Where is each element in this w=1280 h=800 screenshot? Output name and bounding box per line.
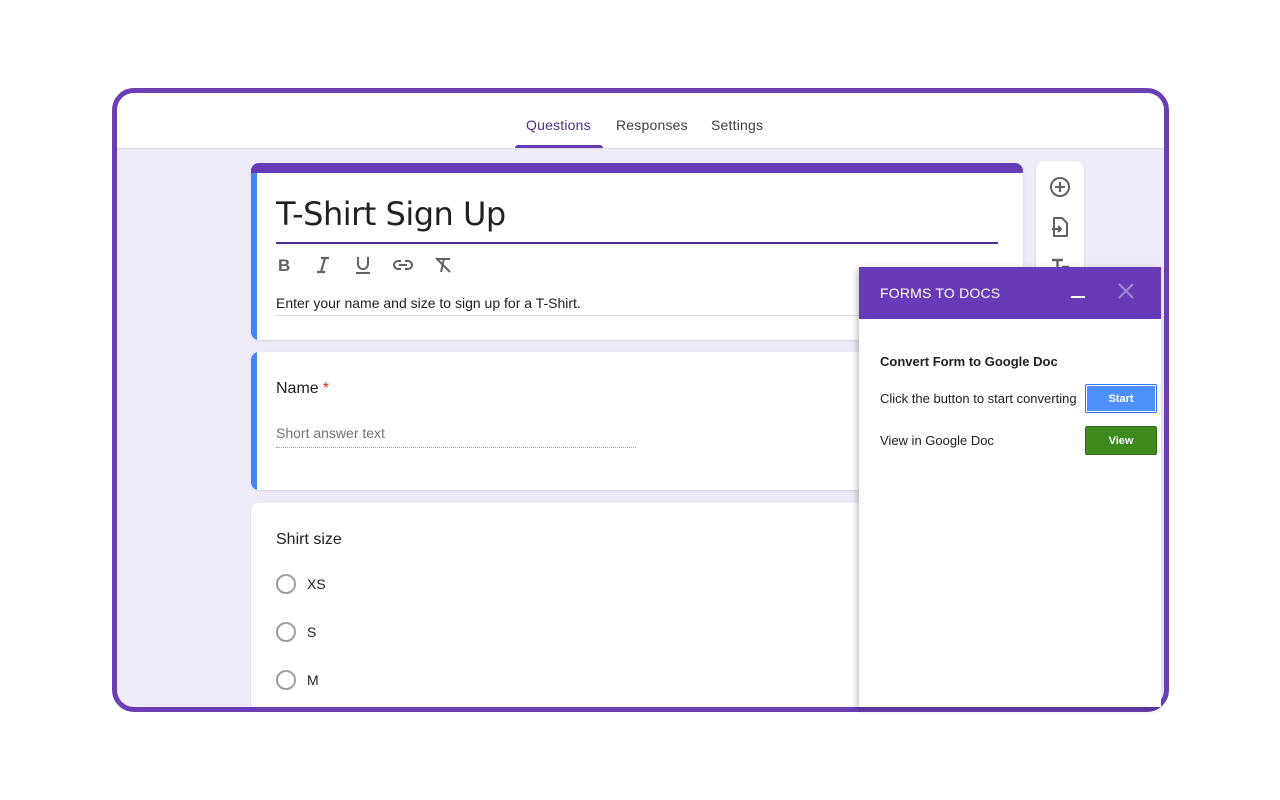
form-description[interactable]: Enter your name and size to sign up for … (276, 295, 581, 311)
panel-header: FORMS TO DOCS (859, 267, 1161, 319)
panel-title: FORMS TO DOCS (880, 285, 1001, 301)
import-questions-icon[interactable] (1048, 215, 1072, 239)
underline-icon[interactable] (351, 253, 375, 277)
forms-to-docs-panel: FORMS TO DOCS Convert Form to Google Doc… (859, 267, 1161, 707)
tab-settings[interactable]: Settings (711, 117, 763, 148)
view-instruction: View in Google Doc (880, 433, 994, 448)
radio-button[interactable] (276, 574, 296, 594)
bold-icon[interactable]: B (271, 253, 295, 277)
form-title[interactable]: T-Shirt Sign Up (276, 195, 506, 233)
minimize-icon[interactable] (1069, 283, 1089, 303)
radio-button[interactable] (276, 670, 296, 690)
tab-questions[interactable]: Questions (526, 117, 591, 148)
option-m[interactable]: M (276, 670, 319, 690)
card-accent-bar (251, 163, 1023, 173)
clear-format-icon[interactable] (431, 253, 455, 277)
required-indicator: * (322, 380, 329, 397)
option-label: XS (307, 576, 326, 592)
option-s[interactable]: S (276, 622, 316, 642)
active-tab-indicator (515, 145, 603, 148)
title-underline (276, 242, 998, 244)
top-tab-bar: Questions Responses Settings (117, 93, 1164, 149)
svg-text:B: B (278, 256, 290, 274)
panel-heading: Convert Form to Google Doc (880, 354, 1058, 369)
close-icon[interactable] (1115, 280, 1137, 302)
add-question-icon[interactable] (1048, 175, 1072, 199)
start-instruction: Click the button to start converting (880, 391, 1077, 406)
tab-responses[interactable]: Responses (616, 117, 688, 148)
option-label: S (307, 624, 317, 640)
start-button[interactable]: Start (1085, 384, 1157, 413)
option-xs[interactable]: XS (276, 574, 326, 594)
italic-icon[interactable] (311, 253, 335, 277)
view-button[interactable]: View (1085, 426, 1157, 455)
question-title: Name * (276, 380, 329, 398)
question-title: Shirt size (276, 531, 342, 548)
option-label: M (307, 672, 319, 688)
question-title-text: Name (276, 380, 319, 397)
link-icon[interactable] (391, 253, 415, 277)
radio-button[interactable] (276, 622, 296, 642)
short-answer-placeholder: Short answer text (276, 425, 636, 448)
